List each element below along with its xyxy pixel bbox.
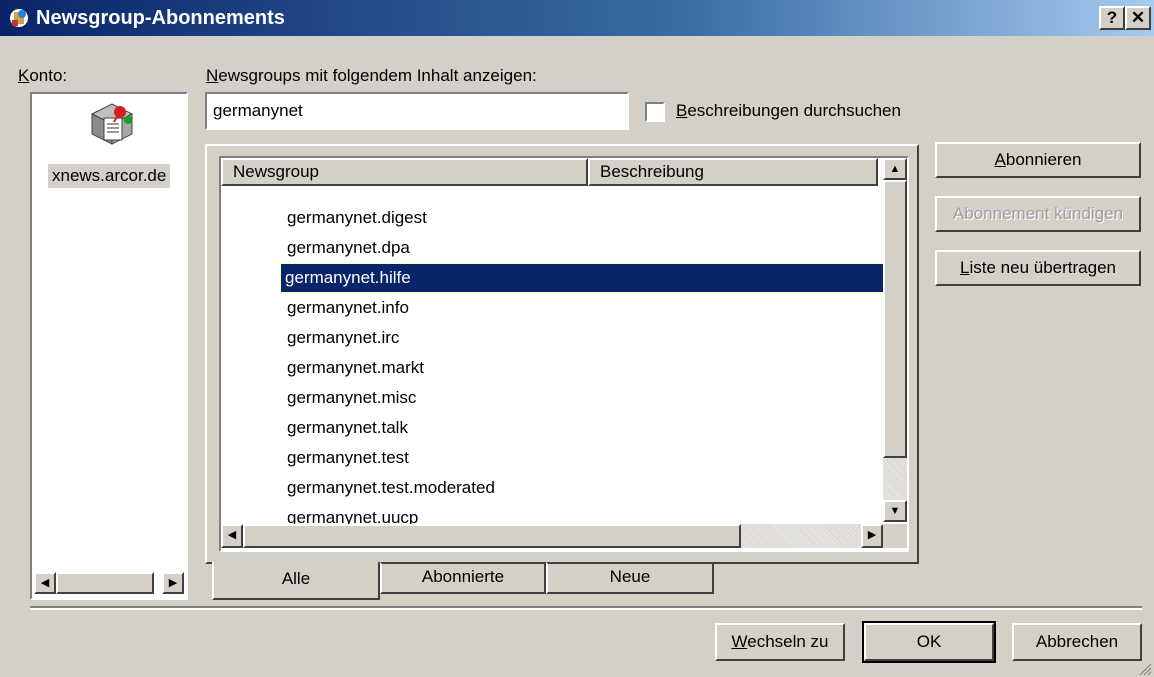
list-item-selected[interactable]: germanynet.hilfe xyxy=(280,263,888,293)
tab-new[interactable]: Neue xyxy=(546,562,714,594)
close-button[interactable]: ✕ xyxy=(1125,6,1151,30)
search-descriptions-mnemonic: B xyxy=(676,101,688,120)
list-item[interactable]: germanynet.test.moderated xyxy=(283,474,499,502)
newsgroup-app-icon xyxy=(6,6,32,30)
filter-input-value: germanynet xyxy=(213,101,303,120)
scroll-left-button[interactable]: ◀ xyxy=(221,524,243,548)
search-descriptions-label[interactable]: Beschreibungen durchsuchen xyxy=(676,101,901,121)
subscribe-button[interactable]: Abonnieren xyxy=(935,142,1141,178)
filter-label-rest: ewsgroups mit folgendem Inhalt anzeigen: xyxy=(218,66,537,85)
search-descriptions-rest: eschreibungen durchsuchen xyxy=(687,101,901,120)
cancel-button[interactable]: Abbrechen xyxy=(1012,623,1142,661)
scroll-right-button[interactable]: ▶ xyxy=(861,524,883,548)
tab-panel: Newsgroup Beschreibung germanynet.digest… xyxy=(205,144,919,564)
window-title: Newsgroup-Abonnements xyxy=(36,7,285,29)
subscribe-mnemonic: A xyxy=(994,150,1006,169)
subscribe-label-rest: bonnieren xyxy=(1005,150,1082,169)
list-item[interactable]: germanynet.info xyxy=(283,294,413,322)
tab-subscribed[interactable]: Abonnierte xyxy=(380,562,546,594)
list-item[interactable]: germanynet.digest xyxy=(283,204,431,232)
account-label-rest: onto: xyxy=(29,66,68,85)
list-item[interactable]: germanynet.test xyxy=(283,444,413,472)
column-header-newsgroup[interactable]: Newsgroup xyxy=(221,158,588,186)
goto-mnemonic: W xyxy=(731,632,748,651)
goto-label-rest: echseln zu xyxy=(747,632,829,651)
list-item[interactable]: germanynet.misc xyxy=(283,384,420,412)
title-bar[interactable]: Newsgroup-Abonnements ? ✕ xyxy=(0,0,1154,36)
vertical-scroll-thumb[interactable] xyxy=(883,180,907,458)
column-header-description[interactable]: Beschreibung xyxy=(588,158,878,186)
filter-input[interactable]: germanynet xyxy=(205,92,629,130)
refresh-list-button[interactable]: Liste neu übertragen xyxy=(935,250,1141,286)
account-scroll-right-button[interactable]: ▶ xyxy=(162,572,184,594)
search-descriptions-checkbox[interactable] xyxy=(645,102,665,122)
filter-label-mnemonic: N xyxy=(206,66,219,85)
list-item[interactable]: germanynet.dpa xyxy=(283,234,414,262)
scroll-corner xyxy=(883,524,907,548)
tab-all[interactable]: Alle xyxy=(212,562,380,600)
ok-button[interactable]: OK xyxy=(862,621,996,663)
unsubscribe-button[interactable]: Abonnement kündigen xyxy=(935,196,1141,232)
newsgroup-list[interactable]: Newsgroup Beschreibung germanynet.digest… xyxy=(219,156,909,552)
separator xyxy=(30,606,1142,610)
size-grip-icon[interactable] xyxy=(1136,660,1152,676)
filter-label: Newsgroups mit folgendem Inhalt anzeigen… xyxy=(206,66,537,86)
account-scroll-thumb[interactable] xyxy=(56,572,154,594)
account-list[interactable]: xnews.arcor.de ◀ ▶ xyxy=(30,92,188,600)
dialog-window: Newsgroup-Abonnements ? ✕ Konto: xnews.a… xyxy=(0,0,1154,677)
account-item[interactable]: xnews.arcor.de xyxy=(48,164,171,188)
account-scroll-left-button[interactable]: ◀ xyxy=(34,572,56,594)
list-item[interactable]: germanynet.talk xyxy=(283,414,412,442)
list-item[interactable]: germanynet.markt xyxy=(283,354,428,382)
account-label: Konto: xyxy=(18,66,68,85)
refresh-label-rest: iste neu übertragen xyxy=(969,258,1116,277)
horizontal-scroll-thumb[interactable] xyxy=(243,524,741,548)
list-item[interactable]: germanynet.irc xyxy=(283,324,403,352)
help-button[interactable]: ? xyxy=(1099,6,1125,30)
news-server-icon xyxy=(86,100,138,150)
scroll-up-button[interactable]: ▲ xyxy=(883,158,907,180)
goto-button[interactable]: Wechseln zu xyxy=(715,623,845,661)
scroll-down-button[interactable]: ▼ xyxy=(883,500,907,522)
